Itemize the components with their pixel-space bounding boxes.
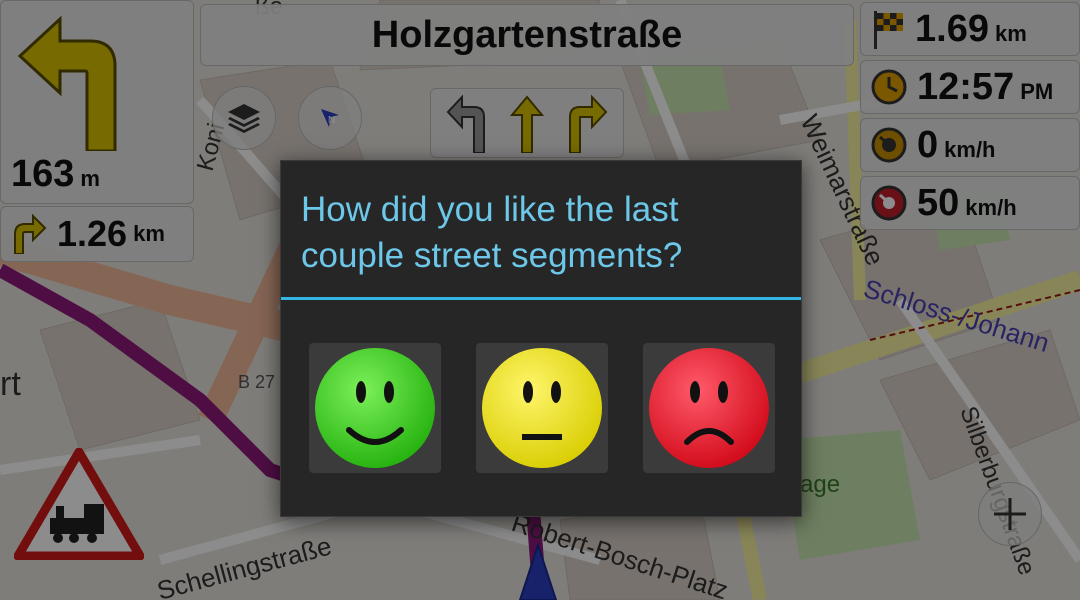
sad-face-icon	[649, 348, 769, 468]
rate-good-button[interactable]	[309, 343, 441, 473]
rate-neutral-button[interactable]	[476, 343, 608, 473]
rating-dialog: How did you like the last couple street …	[280, 160, 802, 517]
rate-bad-button[interactable]	[643, 343, 775, 473]
happy-face-icon	[315, 348, 435, 468]
neutral-face-icon	[482, 348, 602, 468]
dialog-title: How did you like the last couple street …	[301, 190, 683, 275]
dialog-divider	[281, 297, 801, 300]
